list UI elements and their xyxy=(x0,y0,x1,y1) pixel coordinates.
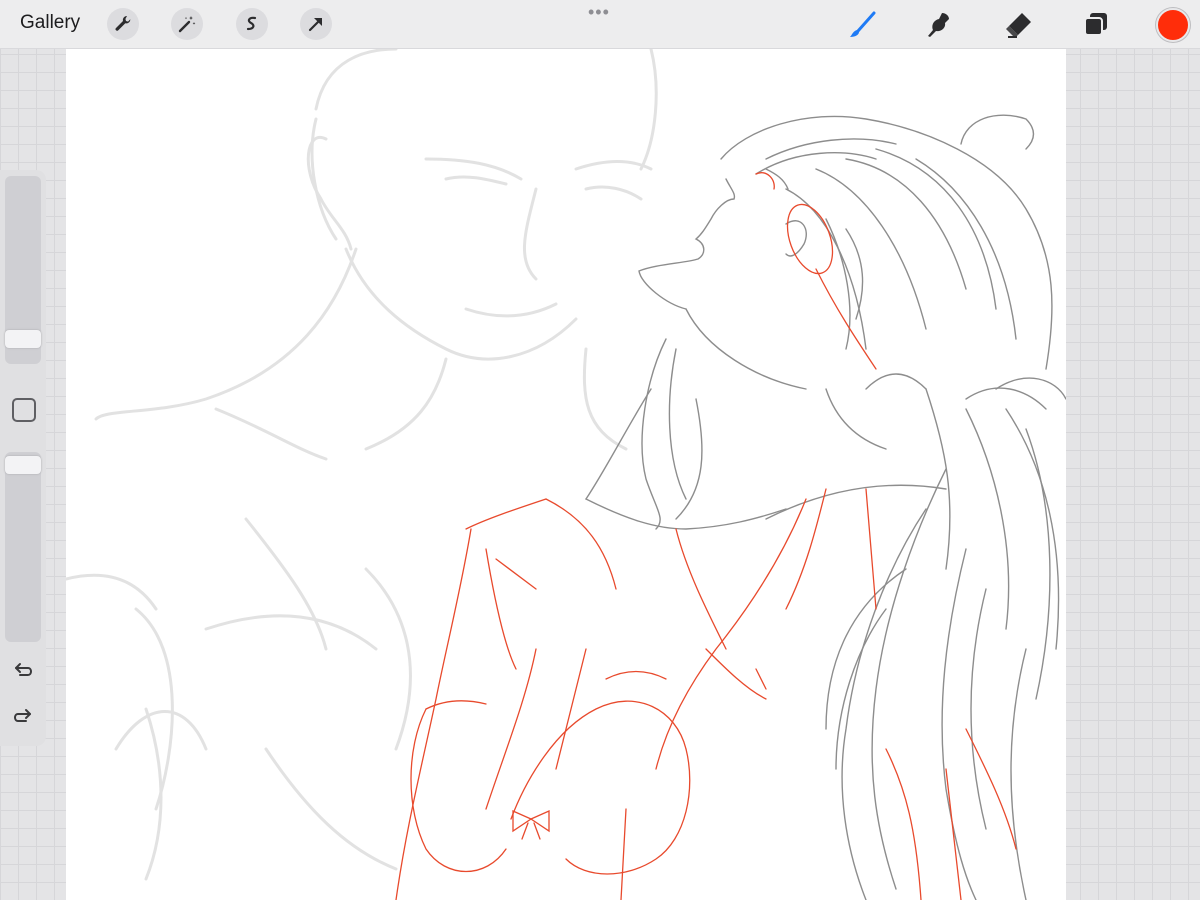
modify-square-icon[interactable] xyxy=(12,398,36,422)
brush-size-slider-thumb[interactable] xyxy=(5,330,41,348)
layers-button[interactable] xyxy=(1079,8,1113,42)
brush-sidebar xyxy=(0,170,46,746)
redo-button[interactable] xyxy=(10,704,36,730)
more-options-indicator[interactable]: ••• xyxy=(588,3,610,21)
actions-wrench-button[interactable] xyxy=(107,8,139,40)
gallery-button[interactable]: Gallery xyxy=(20,12,80,34)
smudge-tool-button[interactable] xyxy=(922,8,956,42)
undo-button[interactable] xyxy=(10,658,36,684)
drawing-canvas[interactable] xyxy=(66,49,1066,900)
selection-button[interactable] xyxy=(236,8,268,40)
selection-icon xyxy=(246,16,257,31)
eraser-tool-button[interactable] xyxy=(1001,8,1035,42)
ink-sketch-layer xyxy=(585,114,1066,900)
adjustments-button[interactable] xyxy=(171,8,203,40)
brush-icon xyxy=(850,11,876,37)
transform-arrow-icon xyxy=(308,18,322,32)
red-sketch-layer xyxy=(395,172,1017,900)
wrench-icon xyxy=(115,15,131,31)
brush-tool-button[interactable] xyxy=(845,8,879,42)
eraser-icon xyxy=(1006,13,1031,38)
layers-icon xyxy=(1084,13,1107,36)
undo-icon xyxy=(15,663,32,676)
ghost-sketch-layer xyxy=(66,49,658,881)
sketch-artwork xyxy=(66,49,1066,900)
top-toolbar: Gallery ••• xyxy=(0,0,1200,49)
transform-button[interactable] xyxy=(300,8,332,40)
redo-icon xyxy=(14,709,31,722)
color-picker-button[interactable] xyxy=(1156,8,1190,42)
magic-wand-icon xyxy=(178,16,196,33)
opacity-slider-thumb[interactable] xyxy=(5,456,41,474)
smudge-icon xyxy=(928,13,949,37)
opacity-slider[interactable] xyxy=(5,452,41,642)
